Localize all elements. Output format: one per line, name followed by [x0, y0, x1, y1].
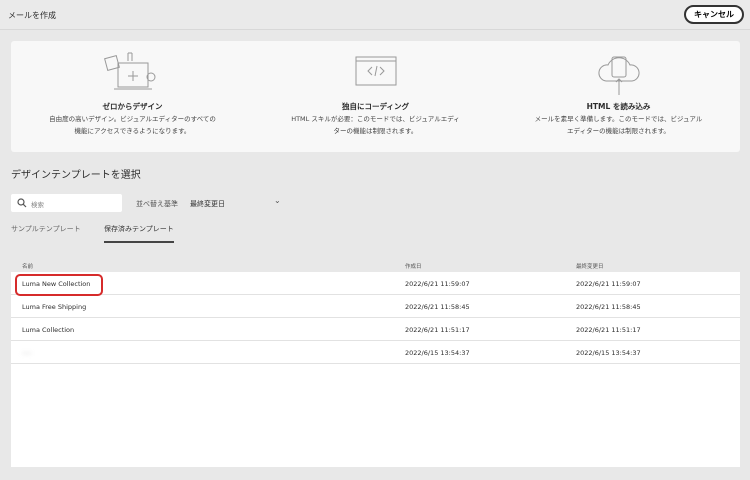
- table-row[interactable]: Luma Collection 2022/6/21 11:51:17 2022/…: [11, 318, 740, 341]
- created-date: 2022/6/21 11:51:17: [405, 326, 470, 334]
- table-row[interactable]: ---- 2022/6/15 13:54:37 2022/6/15 13:54:…: [11, 341, 740, 364]
- option-desc: HTML スキルが必要：このモードでは、ビジュアルエディターの機能は制限されます…: [291, 115, 460, 135]
- table-header: 名前 作成日 最終変更日: [11, 257, 740, 272]
- header: メールを作成 キャンセル: [0, 0, 750, 30]
- column-name[interactable]: 名前: [22, 262, 33, 270]
- page-title: メールを作成: [8, 11, 56, 20]
- sort-select[interactable]: 最終変更日: [190, 199, 225, 209]
- template-name: Luma Free Shipping: [22, 303, 87, 311]
- chevron-down-icon[interactable]: ⌄: [274, 196, 281, 205]
- option-design-from-scratch[interactable]: ゼロからデザイン 自由度の高いデザイン。ビジュアルエディターのすべての機能にアク…: [11, 41, 254, 152]
- search-input[interactable]: 検索: [11, 194, 122, 212]
- section-title: デザインテンプレートを選択: [11, 170, 141, 181]
- modified-date: 2022/6/21 11:51:17: [576, 326, 641, 334]
- template-name: Luma Collection: [22, 326, 75, 334]
- modified-date: 2022/6/21 11:58:45: [576, 303, 641, 311]
- sort-label: 並べ替え基準: [136, 200, 178, 208]
- option-code-your-own[interactable]: 独自にコーディング HTML スキルが必要：このモードでは、ビジュアルエディター…: [254, 41, 497, 152]
- modified-date: 2022/6/21 11:59:07: [576, 280, 641, 288]
- search-icon: [17, 198, 27, 208]
- template-name-redacted: ----: [22, 349, 32, 357]
- column-created[interactable]: 作成日: [405, 262, 422, 270]
- templates-table: 名前 作成日 最終変更日 Luma New Collection 2022/6/…: [11, 257, 740, 467]
- modified-date: 2022/6/15 13:54:37: [576, 349, 641, 357]
- design-icon: [103, 52, 155, 90]
- search-placeholder: 検索: [31, 201, 44, 209]
- table-row[interactable]: Luma New Collection 2022/6/21 11:59:07 2…: [11, 272, 740, 296]
- code-icon: [355, 56, 396, 86]
- cloud-upload-icon: [597, 56, 640, 95]
- created-date: 2022/6/21 11:58:45: [405, 303, 470, 311]
- option-title: ゼロからデザイン: [102, 102, 163, 111]
- tab-saved-templates[interactable]: 保存済みテンプレート: [104, 224, 174, 243]
- option-desc: 自由度の高いデザイン。ビジュアルエディターのすべての機能にアクセスできるようにな…: [49, 115, 216, 135]
- table-row[interactable]: Luma Free Shipping 2022/6/21 11:58:45 20…: [11, 295, 740, 318]
- cancel-button[interactable]: キャンセル: [684, 5, 744, 24]
- column-modified[interactable]: 最終変更日: [576, 262, 604, 270]
- option-import-html[interactable]: HTML を読み込み メールを素早く準備します。このモードでは、ビジュアルエディ…: [497, 41, 740, 152]
- created-date: 2022/6/21 11:59:07: [405, 280, 470, 288]
- option-title: 独自にコーディング: [342, 102, 409, 111]
- option-title: HTML を読み込み: [586, 102, 651, 111]
- creation-options: ゼロからデザイン 自由度の高いデザイン。ビジュアルエディターのすべての機能にアク…: [11, 41, 740, 152]
- option-desc: メールを素早く準備します。このモードでは、ビジュアルエディターの機能は制限されま…: [534, 115, 703, 135]
- tab-sample-templates[interactable]: サンプルテンプレート: [11, 224, 81, 234]
- created-date: 2022/6/15 13:54:37: [405, 349, 470, 357]
- template-name: Luma New Collection: [22, 280, 91, 288]
